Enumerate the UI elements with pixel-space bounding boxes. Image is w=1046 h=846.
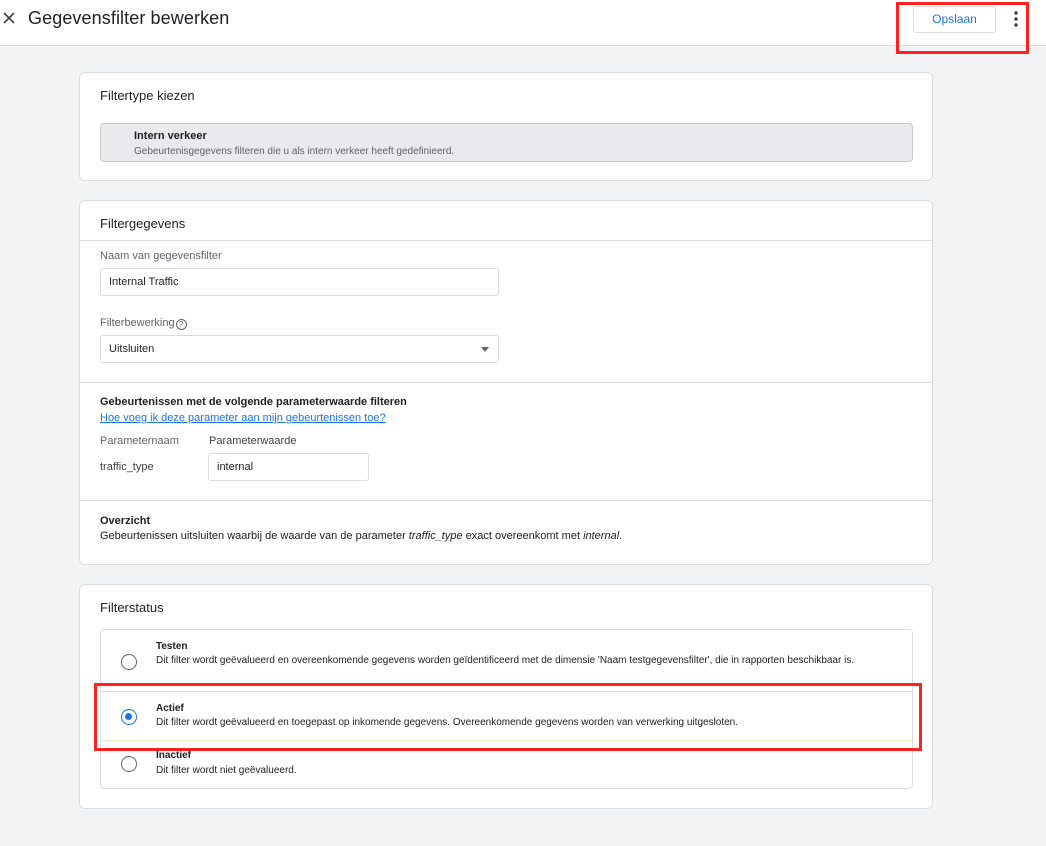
filter-operation-label: Filterbewerking? bbox=[100, 317, 187, 330]
help-icon[interactable]: ? bbox=[175, 319, 187, 330]
filter-status-options: Testen Dit filter wordt geëvalueerd en o… bbox=[100, 629, 913, 789]
filter-type-option-title: Intern verkeer bbox=[134, 130, 207, 142]
radio-actief[interactable] bbox=[121, 709, 137, 725]
filter-name-input[interactable]: Internal Traffic bbox=[100, 268, 499, 296]
filter-name-label: Naam van gegevensfilter bbox=[100, 250, 222, 262]
filter-operation-value: Uitsluiten bbox=[109, 343, 155, 355]
close-icon[interactable] bbox=[2, 11, 16, 25]
param-value-header: Parameterwaarde bbox=[209, 435, 297, 447]
param-name-header: Parameternaam bbox=[100, 435, 179, 447]
page-title: Gegevensfilter bewerken bbox=[28, 8, 230, 28]
top-app-bar: Gegevensfilter bewerken Opslaan bbox=[0, 0, 1046, 46]
param-value-input[interactable]: internal bbox=[208, 453, 369, 481]
summary-param: traffic_type bbox=[408, 530, 463, 542]
status-option-description: Dit filter wordt geëvalueerd en toegepas… bbox=[156, 717, 739, 728]
more-vert-icon[interactable] bbox=[1010, 10, 1022, 28]
filter-operation-select[interactable]: Uitsluiten bbox=[100, 335, 499, 363]
summary-middle: exact overeenkomt met bbox=[462, 530, 584, 542]
filter-type-card: Filtertype kiezen Intern verkeer Gebeurt… bbox=[79, 72, 933, 181]
dropdown-arrow-icon bbox=[481, 347, 489, 352]
status-option-name: Testen bbox=[156, 641, 188, 652]
save-button[interactable]: Opslaan bbox=[913, 6, 996, 33]
filter-details-heading: Filtergegevens bbox=[100, 216, 186, 231]
filter-type-option-description: Gebeurtenisgegevens filteren die u als i… bbox=[134, 146, 455, 157]
divider bbox=[80, 240, 932, 241]
filter-status-heading: Filterstatus bbox=[100, 600, 164, 615]
summary-prefix: Gebeurtenissen uitsluiten waarbij de waa… bbox=[100, 530, 409, 542]
summary-text: Gebeurtenissen uitsluiten waarbij de waa… bbox=[100, 530, 622, 542]
status-option-name: Inactief bbox=[156, 750, 192, 761]
summary-value: internal bbox=[583, 530, 620, 542]
filter-status-card: Filterstatus Testen Dit filter wordt geë… bbox=[79, 584, 933, 809]
status-option-description: Dit filter wordt geëvalueerd en overeenk… bbox=[156, 655, 855, 666]
status-option-name: Actief bbox=[156, 703, 184, 714]
filter-type-option[interactable]: Intern verkeer Gebeurtenisgegevens filte… bbox=[100, 123, 913, 162]
filter-type-heading: Filtertype kiezen bbox=[100, 88, 195, 103]
summary-title: Overzicht bbox=[100, 515, 151, 527]
status-option-description: Dit filter wordt niet geëvalueerd. bbox=[156, 765, 297, 776]
param-name-value: traffic_type bbox=[100, 461, 154, 473]
divider bbox=[80, 382, 932, 383]
radio-inactief[interactable] bbox=[121, 756, 137, 772]
radio-testen[interactable] bbox=[121, 654, 137, 670]
filter-details-card: Filtergegevens Naam van gegevensfilter I… bbox=[79, 200, 933, 565]
param-help-link[interactable]: Hoe voeg ik deze parameter aan mijn gebe… bbox=[100, 412, 386, 424]
param-section-title: Gebeurtenissen met de volgende parameter… bbox=[100, 396, 407, 408]
status-option-actief[interactable]: Actief Dit filter wordt geëvalueerd en t… bbox=[101, 691, 912, 741]
divider bbox=[80, 500, 932, 501]
filter-operation-label-text: Filterbewerking bbox=[100, 317, 175, 329]
summary-suffix: . bbox=[619, 530, 623, 542]
